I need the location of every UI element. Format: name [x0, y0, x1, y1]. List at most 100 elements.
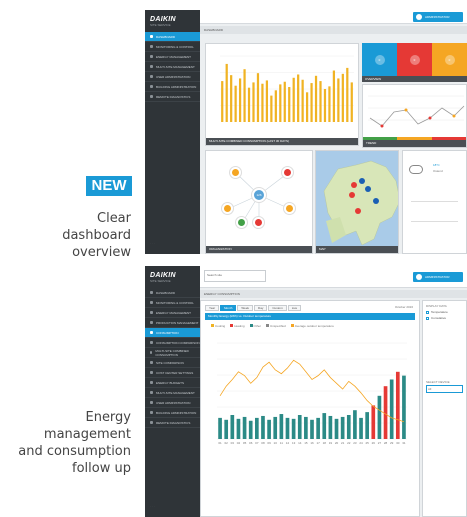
sidebar-item[interactable]: ENERGY BUDGETS — [145, 378, 200, 388]
nav-icon — [150, 401, 153, 404]
node-icon[interactable] — [230, 167, 241, 178]
node-icon[interactable] — [222, 203, 233, 214]
status-count: 0 — [444, 54, 455, 65]
logo-subtext: SITE SERVICE — [150, 278, 171, 283]
status-tile[interactable]: 0 — [397, 43, 432, 76]
sidebar-item-label: ENERGY MANAGEMENT — [156, 54, 191, 59]
energy-chart: 01 02 03 04 05 06 07 08 09 10 11 12 13 14 15 16 17 18 19 20… — [217, 342, 407, 445]
sidebar-item[interactable]: ENERGY MANAGEMENT — [145, 308, 200, 318]
sidebar-item[interactable]: ENERGY MANAGEMENT — [145, 52, 200, 62]
sidebar-item[interactable]: BUILDING ADMINISTRATION — [145, 82, 200, 92]
sidebar-item[interactable]: DASHBOARD — [145, 32, 200, 42]
sidebar-item[interactable]: REMOTE DIAGNOSTICS — [145, 92, 200, 102]
sidebar: DAIKIN SITE SERVICE DASHBOARD MONITORING … — [145, 266, 200, 517]
sidebar-item[interactable]: COST CENTER SETTINGS — [145, 368, 200, 378]
consumption-bar — [230, 75, 233, 122]
sidebar-item[interactable]: MULTI-SITE COMBINED CONSUMPTION — [145, 348, 200, 358]
consumption-bar — [279, 84, 282, 122]
sidebar-item[interactable]: MULTI-SITE MANAGEMENT — [145, 388, 200, 398]
energy-bar — [242, 416, 247, 439]
sidebar-item[interactable]: DASHBOARD — [145, 288, 200, 298]
sidebar-item-label: BUILDING ADMINISTRATION — [156, 410, 197, 415]
consumption-bar — [288, 87, 291, 122]
nav-icon — [150, 45, 153, 48]
x-tick-label: 31 — [402, 441, 406, 445]
tab-year[interactable]: Year — [205, 305, 220, 311]
tab-day[interactable]: Day — [254, 305, 268, 311]
x-tick-label: 12 — [286, 441, 290, 445]
energy-bar — [328, 415, 333, 439]
energy-bar — [359, 417, 363, 439]
nav-icon — [150, 301, 153, 304]
sidebar-item[interactable]: CONSUMPTION COMPARISON — [145, 338, 200, 348]
sidebar-item[interactable]: MULTI-SITE MANAGEMENT — [145, 62, 200, 72]
tab-custom[interactable]: Custom — [268, 305, 287, 311]
energy-bar — [236, 418, 241, 439]
user-menu-button[interactable]: ADMINISTRATOR — [413, 272, 463, 282]
x-tick-label: 05 — [243, 441, 247, 445]
sidebar-item[interactable]: MONITORING & CONTROL — [145, 298, 200, 308]
date-range[interactable]: October 2016 — [395, 305, 413, 309]
filter-label: SELECT DEVICE — [426, 380, 450, 384]
tab-week[interactable]: Week — [237, 305, 254, 311]
nav-icon — [150, 341, 153, 344]
status-count: 0 — [374, 54, 385, 65]
map-panel[interactable]: MAP — [315, 150, 399, 254]
search-input[interactable]: Search site — [204, 270, 266, 282]
sidebar-item[interactable]: MONITORING & CONTROL — [145, 42, 200, 52]
chart-legend: Cooling Heating Other Unspecified Average ou… — [211, 324, 334, 328]
energy-bar — [248, 420, 253, 439]
nav-menu: DASHBOARD MONITORING & CONTROL ENERGY MANA… — [145, 288, 200, 428]
device-select[interactable]: All — [426, 385, 463, 393]
status-tiles: 0 0 0 — [362, 43, 467, 76]
node-icon[interactable] — [284, 203, 295, 214]
node-icon[interactable] — [253, 217, 264, 228]
nav-icon — [150, 371, 153, 374]
trend-panel: TREND — [362, 84, 467, 148]
temperature-checkbox[interactable]: Temperature — [426, 310, 463, 314]
caption-line: management — [43, 427, 131, 442]
x-tick-label: 24 — [359, 441, 363, 445]
consumption-bar — [243, 69, 246, 122]
energy-bar — [316, 417, 320, 439]
sidebar-item-label: MULTI-SITE COMBINED CONSUMPTION — [155, 348, 189, 357]
sidebar-item[interactable]: CONSUMPTION — [145, 328, 200, 338]
cumulative-checkbox[interactable]: Cumulative — [426, 316, 463, 320]
energy-bar — [371, 405, 376, 439]
energy-bar — [322, 413, 327, 439]
tab-live[interactable]: Live — [287, 305, 302, 311]
sidebar-item-label: MULTI-SITE MANAGEMENT — [156, 390, 195, 395]
tab-month[interactable]: Month — [220, 305, 237, 311]
legend-item: Cooling — [211, 324, 225, 328]
sidebar-item[interactable]: USER ADMINISTRATION — [145, 72, 200, 82]
sidebar-item[interactable]: USER ADMINISTRATION — [145, 398, 200, 408]
sidebar-item[interactable]: REMOTE DIAGNOSTICS — [145, 418, 200, 428]
node-icon[interactable] — [236, 217, 247, 228]
energy-bar — [291, 418, 296, 439]
panel-title: TREND — [363, 140, 466, 147]
sidebar-item-label: SITE COMPARISON — [156, 360, 184, 365]
sidebar-item-label: MONITORING & CONTROL — [156, 44, 194, 49]
x-tick-label: 13 — [292, 441, 296, 445]
status-tile[interactable]: 0 — [362, 43, 397, 76]
sidebar-item[interactable]: PRODUCTION MANAGEMENT — [145, 318, 200, 328]
node-icon[interactable] — [282, 167, 293, 178]
x-tick-label: 29 — [390, 441, 394, 445]
user-menu-button[interactable]: ADMINISTRATOR — [413, 12, 463, 22]
energy-bar — [304, 416, 308, 439]
x-tick-label: 30 — [396, 441, 400, 445]
tiles-label: OVERVIEW — [362, 76, 467, 82]
panel-title: MULTI-SITE COMBINED CONSUMPTION (LAST 30… — [206, 138, 358, 145]
x-tick-label: 26 — [372, 441, 376, 445]
sidebar-item[interactable]: BUILDING ADMINISTRATION — [145, 408, 200, 418]
center-node[interactable]: 126 — [252, 188, 266, 202]
sidebar-item[interactable]: SITE COMPARISON — [145, 358, 200, 368]
x-tick-label: 28 — [384, 441, 388, 445]
option-label: Temperature — [431, 310, 448, 314]
energy-bar — [377, 395, 382, 439]
logo-text: DAIKIN — [150, 271, 176, 279]
caption-line: Clear — [97, 211, 131, 226]
consumption-bar — [292, 77, 295, 122]
consumption-bar — [337, 78, 340, 122]
status-tile[interactable]: 0 — [432, 43, 467, 76]
